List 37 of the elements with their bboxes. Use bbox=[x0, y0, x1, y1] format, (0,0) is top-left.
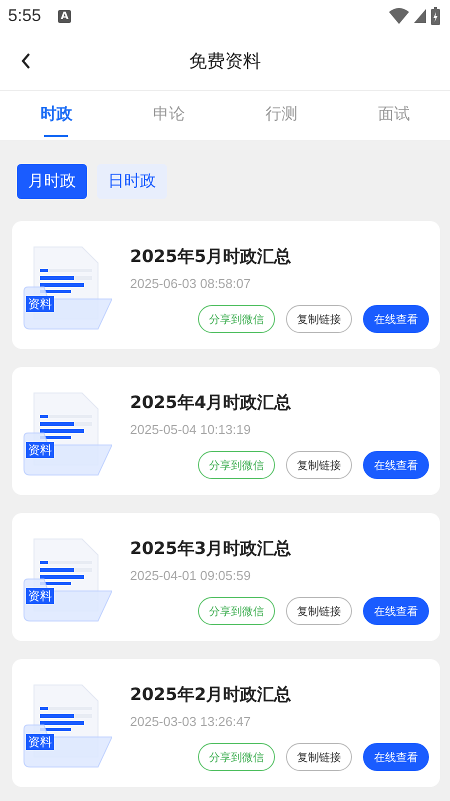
wifi-icon bbox=[389, 8, 409, 24]
share-button[interactable]: 分享到微信 bbox=[198, 305, 275, 333]
copy-button[interactable]: 复制链接 bbox=[286, 597, 352, 625]
share-button[interactable]: 分享到微信 bbox=[198, 597, 275, 625]
tab[interactable]: 申论 bbox=[112, 91, 225, 140]
tab[interactable]: 时政 bbox=[0, 91, 112, 140]
segment-button[interactable]: 日时政 bbox=[97, 164, 167, 199]
copy-button[interactable]: 复制链接 bbox=[286, 451, 352, 479]
item-title: 2025年4月时政汇总 bbox=[130, 392, 292, 414]
notification-icon: A bbox=[58, 10, 72, 22]
share-button[interactable]: 分享到微信 bbox=[198, 743, 275, 771]
item-title: 2025年5月时政汇总 bbox=[130, 246, 292, 268]
tab[interactable]: 面试 bbox=[338, 91, 450, 140]
tab[interactable]: 行测 bbox=[225, 91, 338, 140]
document-label: 资料 bbox=[26, 734, 54, 750]
item-title: 2025年2月时政汇总 bbox=[130, 684, 292, 706]
view-button[interactable]: 在线查看 bbox=[363, 451, 429, 479]
status-time: 5:55 bbox=[8, 6, 42, 26]
document-label: 资料 bbox=[26, 296, 54, 312]
signal-icon bbox=[414, 9, 426, 23]
item-title: 2025年3月时政汇总 bbox=[130, 538, 292, 560]
document-label: 资料 bbox=[26, 588, 54, 604]
item-date: 2025-04-01 09:05:59 bbox=[130, 568, 252, 583]
back-icon[interactable] bbox=[20, 52, 32, 70]
segment-button[interactable]: 月时政 bbox=[17, 164, 87, 199]
page-title: 免费资料 bbox=[189, 50, 261, 73]
item-date: 2025-06-03 08:58:07 bbox=[130, 276, 252, 291]
copy-button[interactable]: 复制链接 bbox=[286, 743, 352, 771]
copy-button[interactable]: 复制链接 bbox=[286, 305, 352, 333]
battery-icon bbox=[431, 7, 440, 25]
view-button[interactable]: 在线查看 bbox=[363, 597, 429, 625]
item-date: 2025-03-03 13:26:47 bbox=[130, 714, 252, 729]
share-button[interactable]: 分享到微信 bbox=[198, 451, 275, 479]
item-date: 2025-05-04 10:13:19 bbox=[130, 422, 252, 437]
view-button[interactable]: 在线查看 bbox=[363, 743, 429, 771]
view-button[interactable]: 在线查看 bbox=[363, 305, 429, 333]
document-label: 资料 bbox=[26, 442, 54, 458]
